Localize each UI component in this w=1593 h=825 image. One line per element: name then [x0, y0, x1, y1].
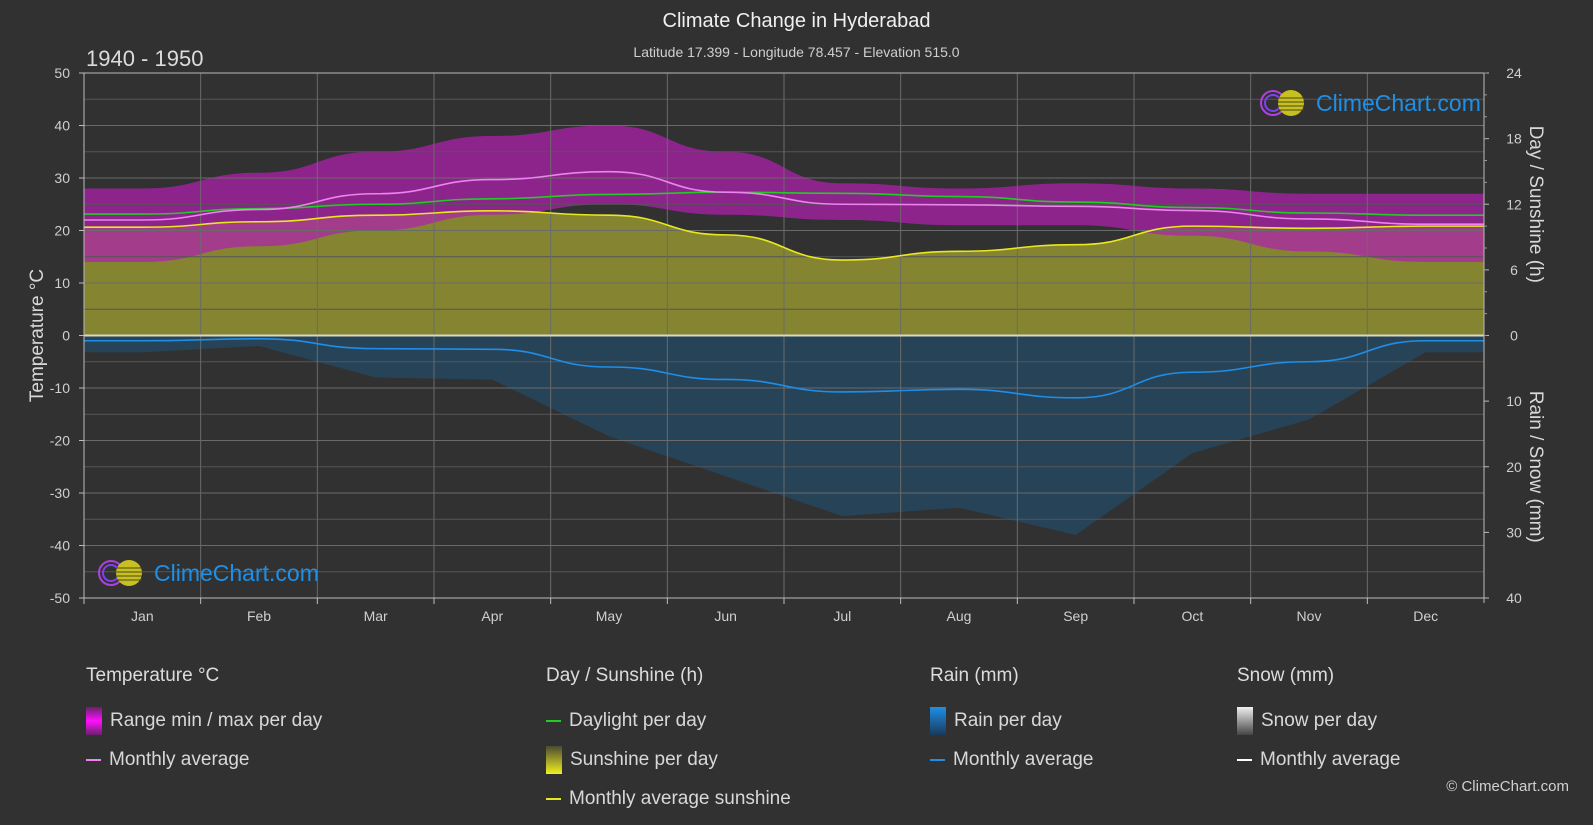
- right-bottom-tick-label: 40: [1506, 590, 1522, 606]
- chart-subtitle: Latitude 17.399 - Longitude 78.457 - Ele…: [633, 44, 960, 60]
- legend-label: Monthly average: [109, 748, 250, 770]
- temp-range-swatch: [86, 706, 102, 735]
- legend-label: Snow per day: [1261, 709, 1378, 731]
- legend-item: Monthly average: [1237, 740, 1400, 779]
- x-tick-label: Mar: [364, 608, 388, 624]
- legend-item: Daylight per day: [546, 701, 791, 740]
- left-tick-label: 10: [54, 275, 70, 291]
- logo-text: ClimeChart.com: [1316, 89, 1481, 116]
- x-tick-label: Jul: [833, 608, 851, 624]
- logo-top[interactable]: ClimeChart.com: [1258, 88, 1481, 118]
- right-bottom-axis-label: Rain / Snow (mm): [1525, 391, 1546, 543]
- right-top-axis-label: Day / Sunshine (h): [1525, 126, 1546, 283]
- left-tick-label: 40: [54, 118, 70, 134]
- climechart-logo-icon: [1260, 90, 1304, 116]
- x-tick-label: Feb: [247, 608, 271, 624]
- right-top-tick-label: 12: [1506, 196, 1522, 212]
- x-tick-label: Apr: [481, 608, 503, 624]
- x-tick-label: Oct: [1181, 608, 1203, 624]
- x-tick-label: Nov: [1297, 608, 1322, 624]
- left-tick-label: -10: [50, 380, 70, 396]
- right-top-tick-label: 6: [1510, 262, 1518, 278]
- left-tick-label: -30: [50, 485, 70, 501]
- x-tick-label: Aug: [947, 608, 972, 624]
- logo-text: ClimeChart.com: [154, 559, 319, 586]
- snow-avg-swatch: [1237, 758, 1252, 761]
- legend-rain: Rain (mm) Rain per day Monthly average: [930, 665, 1093, 779]
- right-bottom-tick-label: 30: [1506, 524, 1522, 540]
- temp-avg-swatch: [86, 758, 101, 761]
- daylight-swatch: [546, 719, 561, 722]
- legend-label: Monthly average sunshine: [569, 787, 791, 809]
- legend-item: Sunshine per day: [546, 740, 791, 779]
- rain-avg-swatch: [930, 758, 945, 761]
- legend-label: Monthly average: [953, 748, 1094, 770]
- logo-bottom[interactable]: ClimeChart.com: [96, 558, 319, 588]
- x-tick-label: Jan: [131, 608, 154, 624]
- left-tick-label: 0: [62, 328, 70, 344]
- copyright: © ClimeChart.com: [1446, 778, 1569, 795]
- legend-item: Monthly average: [930, 740, 1093, 779]
- x-tick-label: Dec: [1413, 608, 1438, 624]
- legend-title: Rain (mm): [930, 665, 1019, 686]
- sunshine-swatch: [546, 745, 562, 774]
- right-bottom-tick-label: 10: [1506, 393, 1522, 409]
- right-bottom-tick-label: 20: [1506, 459, 1522, 475]
- x-tick-label: May: [596, 608, 622, 624]
- chart-title: Climate Change in Hyderabad: [662, 10, 931, 32]
- legend-label: Daylight per day: [569, 709, 707, 731]
- left-tick-label: -50: [50, 590, 70, 606]
- legend-item: Range min / max per day: [86, 701, 322, 740]
- right-top-tick-label: 24: [1506, 65, 1522, 81]
- x-tick-label: Sep: [1063, 608, 1088, 624]
- left-tick-label: 50: [54, 65, 70, 81]
- right-top-tick-label: 0: [1510, 328, 1518, 344]
- legend-item: Monthly average sunshine: [546, 779, 791, 818]
- rain-swatch: [930, 706, 946, 735]
- x-tick-label: Jun: [714, 608, 737, 624]
- legend-title: Day / Sunshine (h): [546, 665, 704, 686]
- legend-snow: Snow (mm) Snow per day Monthly average: [1237, 665, 1400, 779]
- snow-swatch: [1237, 706, 1253, 735]
- legend-item: Rain per day: [930, 701, 1093, 740]
- legend-item: Monthly average: [86, 740, 322, 779]
- climechart-logo-icon: [98, 560, 142, 586]
- legend-temperature: Temperature °C Range min / max per day M…: [86, 665, 322, 779]
- legend-label: Rain per day: [954, 709, 1062, 731]
- left-tick-label: -20: [50, 433, 70, 449]
- legend-label: Monthly average: [1260, 748, 1401, 770]
- sunshine-avg-swatch: [546, 797, 561, 800]
- right-top-tick-label: 18: [1506, 131, 1522, 147]
- left-axis-label: Temperature °C: [27, 269, 48, 402]
- legend-title: Snow (mm): [1237, 665, 1335, 686]
- left-tick-label: 30: [54, 170, 70, 186]
- period-label: 1940 - 1950: [86, 46, 204, 71]
- legend-title: Temperature °C: [86, 665, 220, 686]
- legend-label: Sunshine per day: [570, 748, 718, 770]
- legend-label: Range min / max per day: [110, 709, 323, 731]
- left-tick-label: 20: [54, 223, 70, 239]
- left-tick-label: -40: [50, 538, 70, 554]
- legend-sunshine: Day / Sunshine (h) Daylight per day Suns…: [546, 665, 791, 818]
- legend-item: Snow per day: [1237, 701, 1400, 740]
